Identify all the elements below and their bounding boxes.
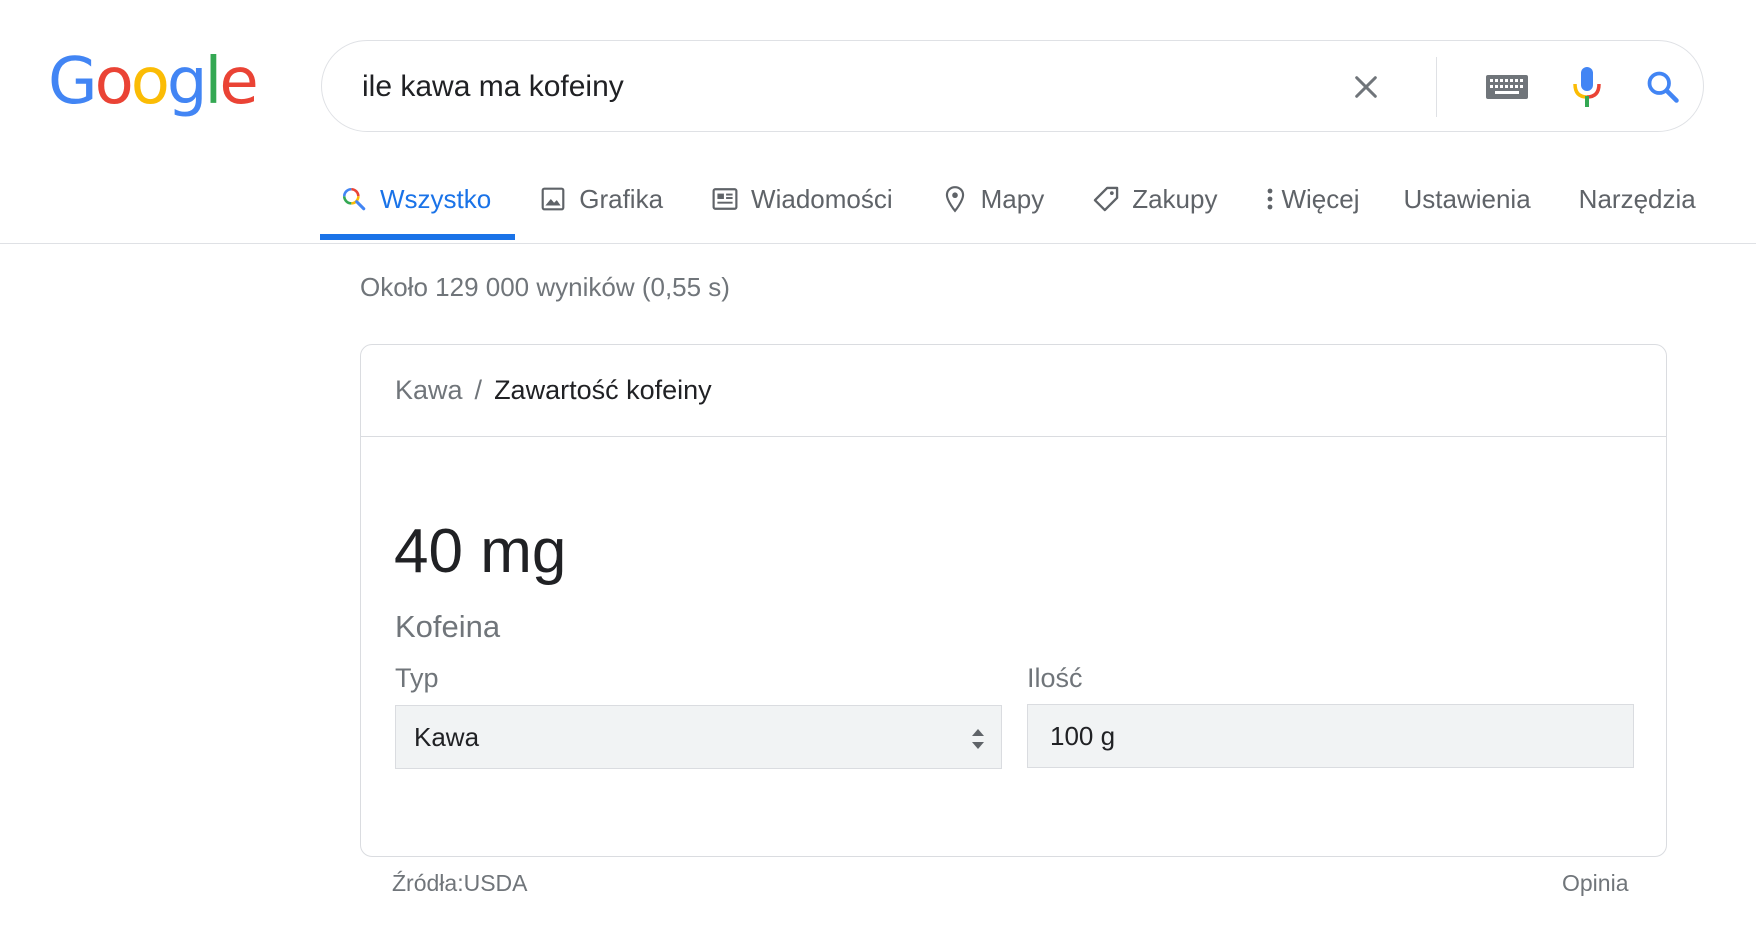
logo-letter: e: [219, 45, 258, 119]
type-label: Typ: [395, 663, 439, 693]
tab-maps[interactable]: Mapy: [941, 176, 1045, 222]
breadcrumb: Kawa / Zawartość kofeiny: [361, 345, 1666, 437]
tab-more[interactable]: Więcej: [1265, 176, 1360, 222]
tab-label: Zakupy: [1132, 183, 1218, 214]
logo-letter: g: [166, 45, 208, 119]
tab-shopping[interactable]: Zakupy: [1092, 176, 1217, 222]
type-select[interactable]: Kawa: [395, 705, 1002, 769]
tab-label: Więcej: [1281, 183, 1360, 214]
tab-label: Narzędzia: [1578, 183, 1696, 214]
logo-letter: G: [48, 45, 98, 119]
clear-button[interactable]: [1336, 57, 1396, 117]
caffeine-value: 40 mg: [394, 517, 567, 586]
microphone-icon: [1573, 67, 1601, 107]
tab-all[interactable]: Wszystko: [319, 176, 516, 240]
tab-label: Wiadomości: [751, 183, 893, 214]
keyboard-button[interactable]: [1477, 57, 1537, 117]
tab-news[interactable]: Wiadomości: [711, 176, 893, 222]
close-icon: [1355, 76, 1377, 98]
tab-images[interactable]: Grafika: [539, 176, 663, 222]
news-icon: [711, 185, 739, 213]
search-tabs: Wszystko Grafika Wiadomości Mapy Zakupy …: [319, 176, 1744, 242]
breadcrumb-parent[interactable]: Kawa: [395, 375, 463, 406]
tab-settings[interactable]: Ustawienia: [1404, 176, 1531, 222]
logo-letter: o: [130, 45, 170, 119]
tab-label: Wszystko: [380, 183, 492, 214]
search-button[interactable]: [1633, 57, 1693, 117]
caffeine-answer-card: Kawa / Zawartość kofeiny 40 mg Kofeina T…: [360, 344, 1667, 857]
logo-letter: o: [94, 45, 134, 119]
breadcrumb-separator: /: [474, 375, 483, 405]
map-pin-icon: [941, 185, 969, 213]
search-icon: [1647, 71, 1679, 103]
more-vert-icon: [1265, 185, 1275, 213]
tab-label: Mapy: [980, 183, 1045, 214]
image-icon: [539, 185, 567, 213]
source-attribution: Źródła:USDA: [392, 870, 528, 896]
header-divider: [0, 243, 1756, 244]
feedback-link[interactable]: Opinia: [1562, 870, 1628, 897]
breadcrumb-current: Zawartość kofeiny: [494, 375, 712, 405]
search-icon: [340, 185, 368, 213]
search-box: [321, 40, 1704, 132]
result-stats: Około 129 000 wyników (0,55 s): [360, 272, 730, 302]
keyboard-icon: [1486, 75, 1528, 99]
caffeine-label: Kofeina: [395, 609, 501, 644]
quantity-input[interactable]: [1027, 704, 1634, 768]
select-arrows-icon: [972, 729, 984, 749]
logo-letter: l: [204, 45, 223, 119]
search-input[interactable]: [362, 59, 1262, 115]
tab-label: Ustawienia: [1403, 183, 1531, 214]
tab-tools[interactable]: Narzędzia: [1579, 176, 1696, 222]
type-select-value: Kawa: [414, 721, 480, 752]
google-logo[interactable]: Google: [48, 45, 259, 119]
voice-search-button[interactable]: [1557, 57, 1617, 117]
tag-icon: [1092, 185, 1120, 213]
search-divider: [1436, 57, 1437, 117]
quantity-label: Ilość: [1027, 663, 1083, 693]
tab-label: Grafika: [579, 183, 664, 214]
